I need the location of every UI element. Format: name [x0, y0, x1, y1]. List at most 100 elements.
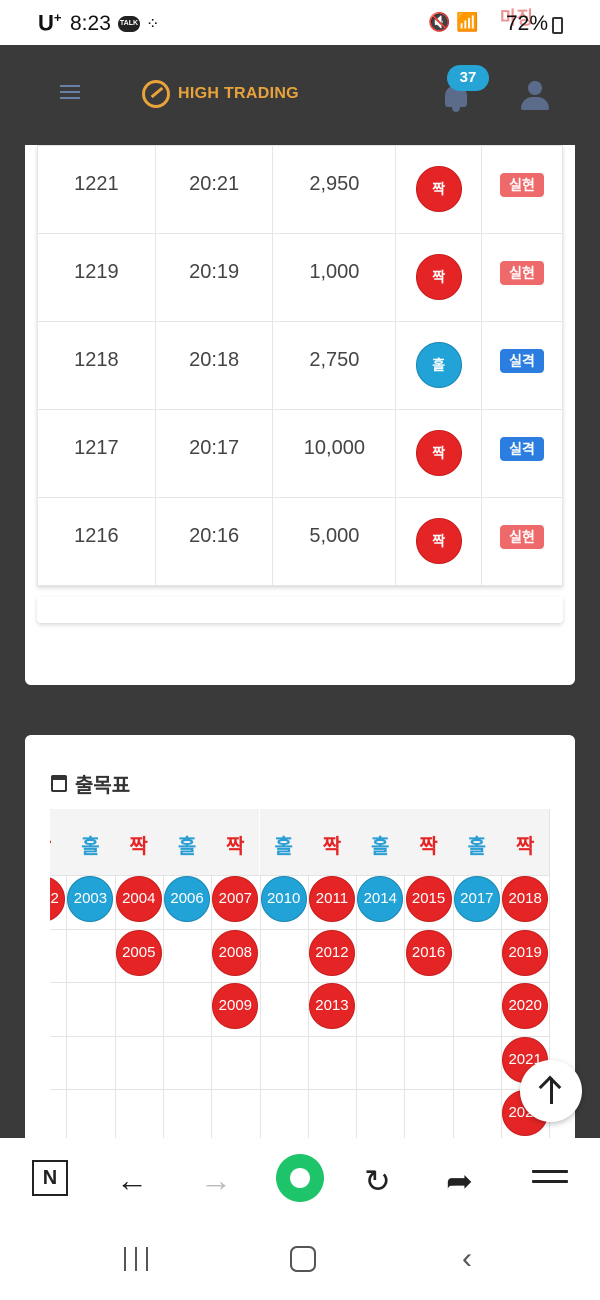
recent-apps-icon[interactable] — [124, 1247, 148, 1271]
round-cell: 1221 — [37, 145, 156, 234]
amount-cell: 2,950 — [272, 145, 397, 234]
table-row: 1217 20:17 10,000 짝 실격 — [37, 409, 563, 498]
result-ball: 2005 — [115, 929, 162, 976]
amount-cell: 2,750 — [272, 321, 397, 410]
signal-icon: 📶 — [456, 12, 479, 32]
result-ball: 2015 — [405, 876, 452, 922]
chart-card: 출목표 짝2002홀2003짝20042005홀2006짝20072008200… — [25, 735, 575, 1145]
naver-home-button[interactable]: N — [32, 1160, 68, 1196]
result-ball: 2009 — [212, 983, 259, 1029]
time-cell: 20:21 — [154, 145, 274, 234]
pick-cell: 홀 — [395, 321, 483, 410]
browser-toolbar: N ← → ↻ ➦ — [0, 1138, 600, 1230]
round-cell: 1219 — [37, 233, 156, 322]
table-row: 1219 20:19 1,000 짝 실현 — [37, 233, 563, 322]
grid-column-header: 홀 — [452, 809, 501, 875]
result-ball: 2013 — [308, 983, 355, 1029]
result-cell: 실격 — [481, 321, 563, 410]
result-ball: 2014 — [357, 876, 404, 922]
table-row: 1216 20:16 5,000 짝 실현 — [37, 497, 563, 586]
round-cell: 1216 — [37, 497, 156, 586]
refresh-icon[interactable]: ↻ — [364, 1162, 391, 1200]
result-ball: 2004 — [115, 876, 162, 922]
pick-cell: 짝 — [395, 145, 483, 234]
pick-badge: 짝 — [415, 518, 462, 564]
menu-icon[interactable] — [60, 85, 80, 99]
time-cell: 20:17 — [154, 409, 274, 498]
time-cell: 20:19 — [154, 233, 274, 322]
mute-icon: 🔇 — [428, 12, 451, 32]
pick-badge: 홀 — [415, 342, 462, 388]
back-arrow-icon[interactable]: ← — [116, 1162, 148, 1199]
result-ball: 2012 — [308, 929, 355, 976]
result-ball: 2016 — [405, 929, 452, 976]
result-ball: 2017 — [453, 876, 500, 922]
result-badge: 실현 — [500, 173, 545, 197]
result-ball: 2003 — [67, 876, 114, 922]
amount-cell: 1,000 — [272, 233, 397, 322]
result-cell: 실현 — [481, 497, 563, 586]
forward-arrow-icon[interactable]: → — [200, 1162, 232, 1199]
grid-column-header: 짝 — [114, 809, 163, 875]
grid-column-header: 홀 — [162, 809, 212, 875]
result-badge: 실격 — [500, 437, 545, 461]
green-dot-button[interactable] — [276, 1154, 324, 1202]
result-ball: 2019 — [502, 929, 549, 976]
pick-cell: 짝 — [395, 233, 483, 322]
grid-column-header: 홀 — [66, 809, 115, 875]
browser-menu-icon[interactable] — [532, 1170, 568, 1186]
kakaotalk-icon: TALK — [118, 16, 140, 32]
chart-section-title: 출목표 — [51, 769, 130, 798]
round-cell: 1218 — [37, 321, 156, 410]
share-icon[interactable]: ➦ — [446, 1162, 473, 1200]
result-ball: 2007 — [212, 876, 259, 922]
sparkle-icon: ⁘ — [146, 16, 160, 33]
brand-logo[interactable]: HIGH TRADING — [142, 80, 299, 108]
grid-divider — [50, 1035, 550, 1037]
result-ball: 2008 — [212, 929, 259, 976]
brand-name: HIGH TRADING — [178, 85, 299, 102]
table-row: 1218 20:18 2,750 홀 실격 — [37, 321, 563, 410]
pick-badge: 짝 — [415, 254, 462, 300]
grid-divider — [50, 982, 550, 983]
time-cell: 20:18 — [154, 321, 274, 410]
scroll-to-top-button[interactable] — [520, 1060, 582, 1122]
result-ball: 2006 — [164, 876, 211, 922]
grid-column-header: 짝 — [404, 809, 453, 875]
pick-badge: 짝 — [415, 166, 462, 212]
grid-column-header: 짝 — [211, 809, 260, 875]
result-badge: 실현 — [500, 525, 545, 549]
calendar-icon — [51, 775, 67, 792]
notification-badge: 37 — [447, 65, 489, 91]
history-card: 1221 20:21 2,950 짝 실현 1219 20:19 1,000 짝 실현 1218 20… — [25, 145, 575, 685]
result-grid[interactable]: 짝2002홀2003짝20042005홀2006짝200720082009홀20… — [50, 809, 550, 1145]
grid-column-header: 짝 — [50, 809, 67, 875]
grid-column-header: 짝 — [501, 809, 550, 875]
chart-logo-icon — [142, 80, 170, 108]
back-icon[interactable]: ‹ — [462, 1242, 472, 1276]
grid-column-header: 짝 — [307, 809, 357, 875]
result-cell: 실격 — [481, 409, 563, 498]
pick-cell: 짝 — [395, 497, 483, 586]
grid-column-header: 홀 — [356, 809, 405, 875]
time-cell: 20:16 — [154, 497, 274, 586]
carrier-label: U+ — [38, 10, 62, 36]
user-profile-icon[interactable] — [520, 81, 550, 113]
amount-cell: 5,000 — [272, 497, 397, 586]
result-cell: 실현 — [481, 233, 563, 322]
result-badge: 실현 — [500, 261, 545, 285]
history-table: 1221 20:21 2,950 짝 실현 1219 20:19 1,000 짝 실현 1218 20… — [37, 145, 563, 586]
amount-cell: 10,000 — [272, 409, 397, 498]
battery-icon — [552, 17, 563, 34]
result-ball: 2020 — [502, 983, 549, 1029]
status-bar: U+ 8:23 TALK ⁘ 🔇 📶 마징 72% — [0, 0, 600, 45]
table-footer — [37, 597, 563, 623]
home-icon[interactable] — [290, 1246, 316, 1272]
pick-cell: 짝 — [395, 409, 483, 498]
app-header: HIGH TRADING 37 — [0, 45, 600, 145]
result-ball: 2010 — [260, 876, 307, 922]
system-nav-bar: ‹ — [0, 1230, 600, 1300]
result-badge: 실격 — [500, 349, 545, 373]
result-ball: 2011 — [308, 876, 355, 922]
chart-title-text: 출목표 — [75, 775, 131, 797]
